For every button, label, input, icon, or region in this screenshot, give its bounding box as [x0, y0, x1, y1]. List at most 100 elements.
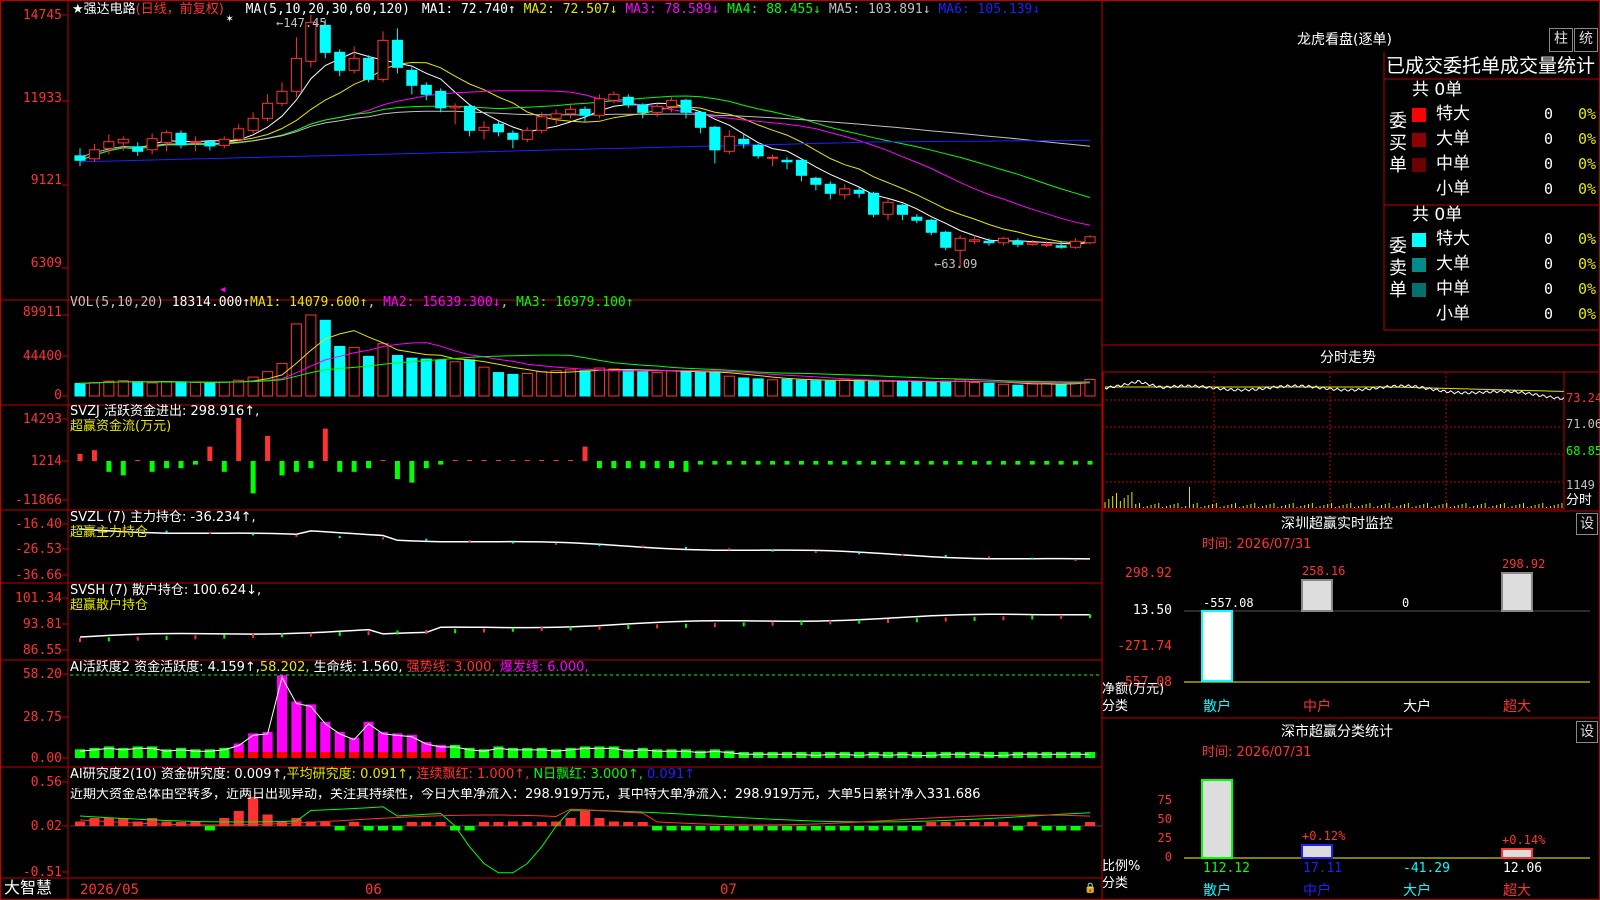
ai1-base-bar — [565, 752, 576, 758]
ai1-base-bar — [305, 752, 316, 758]
volume-bar — [666, 370, 678, 397]
ai2-bar — [666, 826, 677, 831]
intraday-unit: 分时 — [1566, 493, 1593, 508]
volume-bar — [363, 355, 375, 397]
intraday-box — [1102, 371, 1565, 510]
ai1-bar — [291, 701, 302, 758]
ai1-base-bar — [493, 752, 504, 758]
ai2-bar — [680, 826, 692, 831]
volume-bar — [1012, 384, 1024, 397]
volume-bar — [680, 371, 692, 397]
x-label: 07 — [720, 882, 737, 898]
candle-body — [1055, 245, 1067, 248]
candle-body — [608, 93, 620, 101]
svzj-bar — [842, 461, 848, 465]
candle-body — [954, 237, 966, 251]
svsh-marker — [252, 633, 255, 638]
classify-cat: 大户 — [1403, 883, 1431, 899]
svzl-marker — [728, 548, 731, 551]
ai2-bar — [406, 822, 417, 826]
intraday-title: 分时走势 — [1320, 350, 1376, 366]
ai1-base-bar — [175, 752, 187, 758]
monitor-ytick: -271.74 — [1117, 639, 1172, 654]
ai2-bar — [363, 826, 374, 831]
candle-body — [507, 132, 519, 140]
volume-bar — [1055, 384, 1067, 397]
ma6-value: MA6: 105.139↓ — [938, 2, 1041, 17]
svzj-bar — [798, 461, 804, 465]
ai2-bar — [969, 822, 980, 826]
ai2-ytick: 0.02 — [30, 819, 62, 834]
ai2-bar — [334, 826, 345, 831]
candle-body — [579, 108, 591, 116]
ai1-base-bar — [74, 752, 86, 758]
sell-side-char: 委 — [1389, 236, 1407, 257]
candle-body — [752, 144, 764, 157]
bar-view-button[interactable]: 柱 — [1549, 28, 1573, 52]
ai2-bar — [695, 826, 706, 831]
intraday-vol-tick: 1149 — [1566, 478, 1595, 492]
svzj-bar — [495, 460, 501, 461]
chart-mode[interactable]: (日线，前复权) — [136, 2, 224, 17]
buy-row-count: 0 — [1544, 180, 1554, 198]
ai2-bar — [1056, 826, 1067, 831]
volume-bar — [103, 380, 115, 397]
monitor-bar-value: 0 — [1402, 596, 1410, 610]
classify-settings-button[interactable]: 设 — [1576, 721, 1598, 743]
ai1-base-bar — [1027, 752, 1038, 758]
svzj-bar — [452, 460, 458, 461]
candle-body — [868, 192, 880, 215]
volume-bar — [723, 375, 735, 397]
main-ytick: 9121 — [30, 173, 62, 188]
buy-side-char: 单 — [1389, 155, 1407, 176]
volume-bar — [550, 370, 562, 397]
vol-ma2: MA2: 15639.300↓ — [383, 295, 501, 310]
chart-canvas[interactable] — [0, 0, 1600, 900]
svzj-bar — [394, 461, 400, 479]
svzl-marker — [338, 536, 341, 539]
candle-body — [478, 126, 490, 131]
volume-bar — [507, 373, 519, 397]
ai2-lian: 连续飘红: 1.000↑, — [416, 767, 530, 782]
monitor-settings-button[interactable]: 设 — [1576, 513, 1598, 535]
svsh-marker — [1089, 614, 1091, 619]
ai1-base-bar — [507, 752, 518, 758]
ai2-bar — [594, 818, 605, 826]
buy-side-char: 买 — [1389, 133, 1407, 154]
order-stat-title: 已成交委托单成交量统计 — [1386, 55, 1596, 77]
monitor-ytick: 13.50 — [1132, 603, 1172, 618]
lock-icon[interactable]: 🔒 — [1084, 884, 1096, 894]
volume-bar — [781, 378, 793, 397]
volume-bar — [882, 380, 894, 397]
buy-row-count: 0 — [1544, 155, 1554, 173]
svzj-bar — [539, 460, 545, 461]
ai2-bar — [983, 822, 995, 826]
volume-bar — [319, 319, 331, 397]
sell-total: 共 0单 — [1412, 205, 1463, 225]
volume-bar — [348, 346, 360, 397]
ai1-strong: 强势线: 3.000, — [406, 660, 496, 675]
lhkp-title: 龙虎看盘(逐单) — [1297, 32, 1392, 48]
svzj-bar — [221, 461, 227, 472]
candle-body — [940, 231, 952, 248]
stat-view-button[interactable]: 统 — [1574, 28, 1598, 52]
ai2-bar — [132, 821, 143, 826]
candle-body — [795, 159, 807, 176]
ai2-bar — [998, 822, 1009, 826]
svzj-bar — [726, 461, 732, 465]
svzj-bar — [1087, 461, 1093, 465]
ai1-base-bar — [276, 752, 288, 758]
svzj-bar — [351, 461, 357, 472]
sell-row-count: 0 — [1544, 255, 1554, 273]
svzj-bar — [337, 461, 343, 472]
svsh-marker — [656, 624, 659, 629]
stock-name[interactable]: ★强达电路 — [72, 2, 136, 17]
svzj-label: SVZJ 活跃资金进出: 298.916↑, — [70, 404, 260, 419]
sell-row-count: 0 — [1544, 230, 1554, 248]
volume-bar — [579, 370, 591, 397]
ai1-base-bar — [89, 752, 100, 758]
ai1-label: AI活跃度2 资金活跃度: 4.159↑, — [70, 660, 260, 675]
svsh-ytick: 93.81 — [22, 617, 62, 632]
classify-ytick: 50 — [1157, 812, 1172, 826]
svzl-marker — [1031, 557, 1034, 560]
